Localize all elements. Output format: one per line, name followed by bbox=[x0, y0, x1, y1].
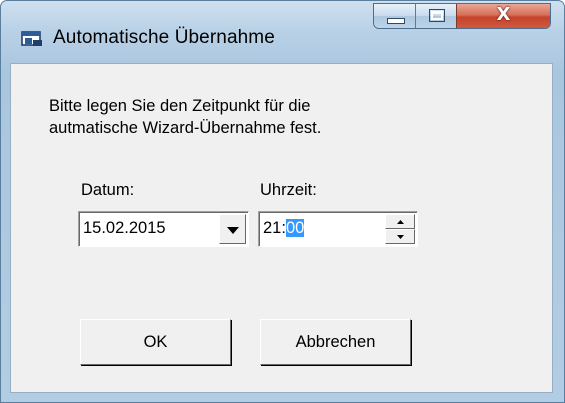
window-app-icon bbox=[21, 31, 42, 46]
time-picker[interactable]: 21:00 bbox=[258, 211, 418, 247]
chevron-down-icon bbox=[227, 227, 239, 234]
date-picker[interactable]: 15.02.2015 bbox=[78, 211, 249, 247]
time-minute-selected[interactable]: 00 bbox=[285, 219, 305, 237]
dialog-window: Automatische Übernahme X Bitte legen Sie… bbox=[0, 0, 565, 403]
window-title: Automatische Übernahme bbox=[53, 27, 275, 48]
time-spinner bbox=[385, 214, 415, 244]
instruction-text: Bitte legen Sie den Zeitpunkt für die au… bbox=[49, 95, 321, 139]
date-label: Datum: bbox=[81, 181, 135, 199]
minimize-button[interactable] bbox=[374, 4, 416, 28]
instruction-line-2: autmatische Wizard-Übernahme fest. bbox=[49, 119, 322, 137]
dialog-client-area: Bitte legen Sie den Zeitpunkt für die au… bbox=[10, 63, 553, 393]
instruction-line-1: Bitte legen Sie den Zeitpunkt für die bbox=[49, 97, 311, 115]
ok-button[interactable]: OK bbox=[80, 319, 231, 365]
close-icon: X bbox=[496, 4, 511, 25]
caption-buttons: X bbox=[373, 3, 551, 29]
time-spin-down-button[interactable] bbox=[385, 229, 415, 244]
close-button[interactable]: X bbox=[457, 4, 550, 28]
title-bar[interactable]: Automatische Übernahme X bbox=[1, 1, 564, 63]
time-label: Uhrzeit: bbox=[260, 181, 317, 199]
time-spin-up-button[interactable] bbox=[385, 214, 415, 229]
cancel-button[interactable]: Abbrechen bbox=[260, 319, 411, 365]
maximize-icon bbox=[429, 9, 445, 22]
date-value: 15.02.2015 bbox=[83, 219, 166, 237]
minimize-icon bbox=[387, 18, 405, 24]
arrow-down-icon bbox=[397, 235, 404, 239]
time-hour[interactable]: 21 bbox=[263, 219, 281, 237]
arrow-up-icon bbox=[397, 220, 404, 224]
time-value[interactable]: 21:00 bbox=[263, 219, 305, 238]
maximize-button[interactable] bbox=[416, 4, 457, 28]
date-dropdown-button[interactable] bbox=[219, 214, 246, 244]
